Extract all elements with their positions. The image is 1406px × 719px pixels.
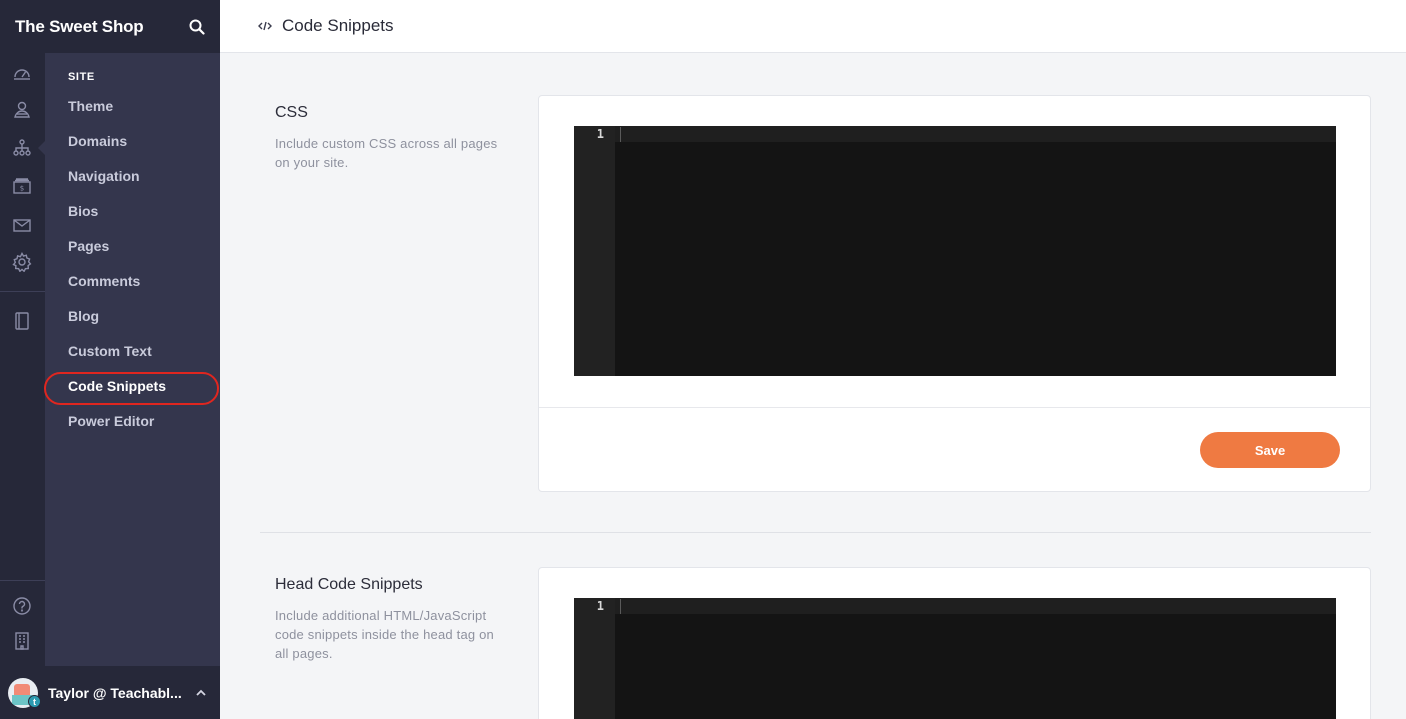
settings-icon[interactable] bbox=[11, 251, 33, 273]
page-title: Code Snippets bbox=[282, 16, 394, 35]
editor-caret bbox=[620, 599, 621, 614]
submenu-item-custom-text[interactable]: Custom Text bbox=[68, 341, 152, 361]
line-number: 1 bbox=[596, 127, 604, 141]
head-code-card: 1 bbox=[538, 567, 1371, 719]
submenu-item-navigation[interactable]: Navigation bbox=[68, 166, 140, 186]
submenu-item-domains[interactable]: Domains bbox=[68, 131, 127, 151]
css-section-title: CSS bbox=[275, 104, 308, 121]
line-number: 1 bbox=[596, 599, 604, 613]
head-section-description: Include additional HTML/JavaScript code … bbox=[275, 608, 494, 661]
editor-caret bbox=[620, 127, 621, 142]
editor-gutter bbox=[574, 598, 615, 719]
users-icon[interactable] bbox=[11, 99, 33, 121]
css-code-editor[interactable]: 1 bbox=[574, 126, 1336, 376]
css-card: 1 Save bbox=[538, 95, 1371, 492]
rail-divider bbox=[0, 580, 45, 581]
submenu-item-code-snippets[interactable]: Code Snippets bbox=[68, 376, 166, 396]
dashboard-icon[interactable] bbox=[11, 62, 33, 84]
submenu-item-theme[interactable]: Theme bbox=[68, 96, 113, 116]
building-icon[interactable] bbox=[11, 630, 33, 652]
user-menu[interactable]: t Taylor @ Teachabl... bbox=[0, 666, 220, 719]
sidebar-header: The Sweet Shop bbox=[0, 0, 220, 53]
submenu-item-power-editor[interactable]: Power Editor bbox=[68, 411, 154, 431]
site-icon[interactable] bbox=[11, 137, 33, 159]
editor-gutter bbox=[574, 126, 615, 376]
head-section-title: Head Code Snippets bbox=[275, 576, 423, 593]
code-icon bbox=[258, 19, 272, 33]
svg-text:$: $ bbox=[20, 185, 24, 193]
page-header: Code Snippets bbox=[220, 0, 1406, 53]
editor-active-line bbox=[615, 126, 1336, 142]
submenu-heading: SITE bbox=[68, 71, 95, 83]
sales-icon[interactable]: $ bbox=[11, 175, 33, 197]
submenu-item-blog[interactable]: Blog bbox=[68, 306, 99, 326]
rail-divider bbox=[0, 291, 45, 292]
css-card-footer: Save bbox=[539, 407, 1370, 492]
head-code-editor[interactable]: 1 bbox=[574, 598, 1336, 719]
submenu-item-bios[interactable]: Bios bbox=[68, 201, 98, 221]
submenu-item-comments[interactable]: Comments bbox=[68, 271, 140, 291]
user-name: Taylor @ Teachabl... bbox=[48, 684, 182, 701]
css-section-description: Include custom CSS across all pages on y… bbox=[275, 136, 498, 170]
active-section-indicator bbox=[38, 141, 45, 155]
search-icon[interactable] bbox=[189, 19, 205, 35]
avatar-badge: t bbox=[28, 695, 41, 708]
school-name[interactable]: The Sweet Shop bbox=[15, 17, 144, 37]
email-icon[interactable] bbox=[11, 214, 33, 236]
sidebar: The Sweet Shop $ SITE Theme Domains Navi… bbox=[0, 0, 220, 719]
help-icon[interactable] bbox=[11, 595, 33, 617]
save-button[interactable]: Save bbox=[1200, 432, 1340, 468]
submenu-item-pages[interactable]: Pages bbox=[68, 236, 109, 256]
section-divider bbox=[260, 532, 1371, 533]
editor-active-line bbox=[615, 598, 1336, 614]
chevron-up-icon[interactable] bbox=[194, 686, 208, 700]
book-icon[interactable] bbox=[11, 310, 33, 332]
